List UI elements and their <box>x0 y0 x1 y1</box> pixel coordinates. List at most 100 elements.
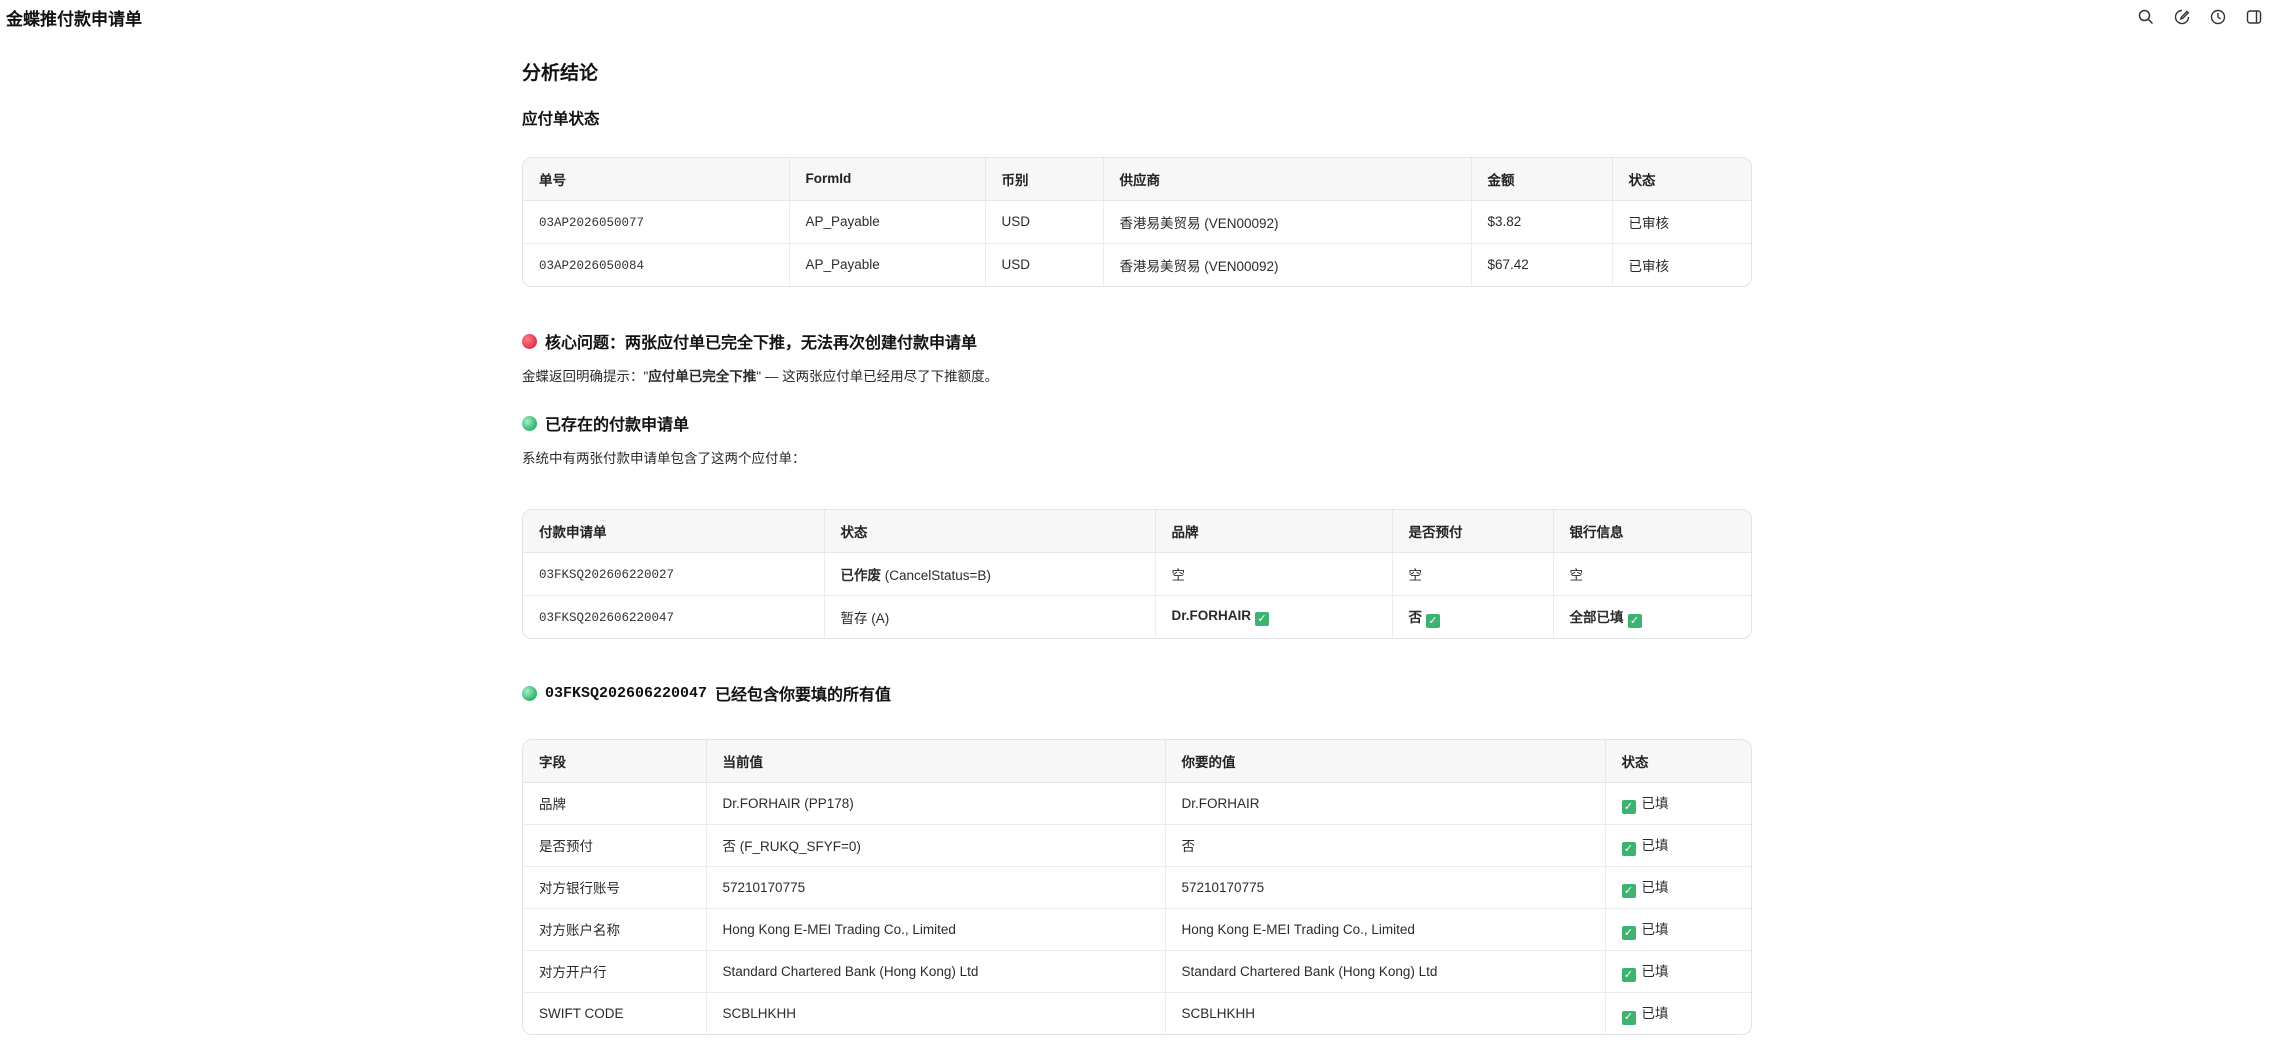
status-cell: ✓ 已填 <box>1605 908 1751 951</box>
column-header: 状态 <box>1612 158 1751 201</box>
contains-heading-text: 已经包含你要填的所有值 <box>715 687 892 704</box>
table-cell: 是否预付 <box>523 824 707 867</box>
check-icon: ✓ <box>1426 614 1440 628</box>
table-cell: 57210170775 <box>706 866 1166 909</box>
core-issue-heading: 核心问题：两张应付单已完全下推，无法再次创建付款申请单 <box>522 329 1752 353</box>
contains-heading-id: 03FKSQ202606220047 <box>545 684 708 702</box>
table-cell: 空 <box>1392 552 1554 596</box>
column-header: 是否预付 <box>1392 510 1554 553</box>
status-label: 已填 <box>1641 837 1669 853</box>
main-content: 分析结论 应付单状态 单号 FormId 币别 供应商 金额 状态 03AP20… <box>522 58 1752 1035</box>
column-header: 付款申请单 <box>523 510 825 553</box>
column-header: 单号 <box>523 158 790 201</box>
table-cell: SWIFT CODE <box>523 992 707 1034</box>
check-icon: ✓ <box>1621 968 1636 983</box>
table-cell: 03FKSQ202606220047 <box>523 595 825 638</box>
table-cell: 香港易美贸易 (VEN00092) <box>1103 243 1472 286</box>
table-row: 品牌 Dr.FORHAIR (PP178) Dr.FORHAIR ✓ 已填 <box>523 782 1751 825</box>
table-header-row: 付款申请单 状态 品牌 是否预付 银行信息 <box>523 510 1751 553</box>
table-row: 对方银行账号 57210170775 57210170775 ✓ 已填 <box>523 866 1751 909</box>
status-cell: ✓ 已填 <box>1605 866 1751 909</box>
check-icon: ✓ <box>1255 612 1270 626</box>
table-cell: USD <box>985 243 1104 286</box>
check-icon: ✓ <box>1621 800 1636 815</box>
table-cell: USD <box>985 200 1104 244</box>
status-label: 已填 <box>1641 879 1669 895</box>
table-cell: 对方账户名称 <box>523 908 707 951</box>
check-icon: ✓ <box>1627 614 1642 628</box>
table-cell: 已审核 <box>1628 258 1670 274</box>
panel-icon[interactable] <box>2245 8 2263 26</box>
existing-requests-table: 付款申请单 状态 品牌 是否预付 银行信息 03FKSQ202606220027… <box>522 509 1752 639</box>
table-header-row: 字段 当前值 你要的值 状态 <box>523 740 1751 783</box>
request-id: 03FKSQ202606220027 <box>539 567 675 582</box>
table-cell: Hong Kong E-MEI Trading Co., Limited <box>706 908 1166 951</box>
table-row: 对方账户名称 Hong Kong E-MEI Trading Co., Limit… <box>523 908 1751 951</box>
fields-table-body: 品牌 Dr.FORHAIR (PP178) Dr.FORHAIR ✓ 已填 是否预付否 (… <box>523 782 1751 1034</box>
core-issue-prefix: 金蝶返回明确提示：" <box>522 369 649 384</box>
table-cell: 香港易美贸易 (VEN00092) <box>1103 200 1472 244</box>
table-cell: Standard Chartered Bank (Hong Kong) Ltd <box>706 950 1166 993</box>
column-header: 供应商 <box>1103 158 1472 201</box>
edit-icon[interactable] <box>2173 8 2191 26</box>
red-circle-icon <box>522 333 537 349</box>
analysis-title: 分析结论 <box>522 63 599 84</box>
search-icon[interactable] <box>2137 8 2155 26</box>
core-issue-title: 核心问题：两张应付单已完全下推，无法再次创建付款申请单 <box>545 335 978 352</box>
check-icon: ✓ <box>1621 1010 1636 1025</box>
table-cell: 03AP2026050084 <box>523 243 790 286</box>
prepay-value: 否 <box>1408 609 1423 625</box>
column-header: 当前值 <box>706 740 1166 783</box>
app-title: 金蝶推付款申请单 <box>6 9 142 29</box>
table-row: 03FKSQ202606220047 暂存 (A) Dr.FORHAIR ✓ 否 ✓… <box>523 595 1751 638</box>
brand-value: Dr.FORHAIR <box>1171 607 1252 623</box>
payables-table: 单号 FormId 币别 供应商 金额 状态 03AP2026050077 AP… <box>522 157 1752 287</box>
table-cell: 全部已填 ✓ <box>1553 595 1751 638</box>
status-bold: 已作废 <box>840 567 882 583</box>
table-cell: 已作废 (CancelStatus=B) <box>824 552 1156 596</box>
table-cell: 空 <box>1553 552 1751 596</box>
status-cell: ✓ 已填 <box>1605 782 1751 825</box>
table-row: 03FKSQ202606220027 已作废 (CancelStatus=B) … <box>523 552 1751 596</box>
table-cell: 对方开户行 <box>523 950 707 993</box>
column-header: FormId <box>789 158 986 201</box>
table-row: 对方开户行 Standard Chartered Bank (Hong Kong)… <box>523 950 1751 993</box>
table-cell: SCBLHKHH <box>706 992 1166 1034</box>
column-header: 状态 <box>1605 740 1751 783</box>
core-issue-bold: 应付单已完全下推 <box>648 369 757 384</box>
contains-heading: 03FKSQ202606220047 已经包含你要填的所有值 <box>522 681 1752 705</box>
fields-table: 字段 当前值 你要的值 状态 品牌 Dr.FORHAIR (PP178) Dr.FO… <box>522 739 1752 1035</box>
history-icon[interactable] <box>2209 8 2227 26</box>
table-cell: AP_Payable <box>789 243 986 286</box>
status-rest: 暂存 (A) <box>840 610 890 626</box>
table-cell: Dr.FORHAIR (PP178) <box>706 782 1166 825</box>
table-cell: 57210170775 <box>1165 866 1606 909</box>
table-cell: Standard Chartered Bank (Hong Kong) Ltd <box>1165 950 1606 993</box>
status-label: 已填 <box>1641 963 1669 979</box>
payable-id: 03AP2026050084 <box>539 258 645 273</box>
table-cell: $67.42 <box>1471 243 1613 286</box>
green-circle-icon <box>522 415 537 431</box>
column-header: 银行信息 <box>1553 510 1751 553</box>
table-cell: AP_Payable <box>789 200 986 244</box>
bank-value: 全部已填 <box>1569 609 1624 625</box>
status-rest: (CancelStatus=B) <box>881 567 991 583</box>
status-label: 已填 <box>1641 1006 1669 1021</box>
table-cell: Dr.FORHAIR ✓ <box>1155 595 1393 638</box>
table-cell: 空 <box>1155 552 1393 596</box>
green-circle-icon <box>522 685 537 701</box>
table-cell: 品牌 <box>523 782 707 825</box>
table-cell: $3.82 <box>1471 200 1613 244</box>
table-cell: 否 <box>1165 824 1606 867</box>
top-bar: 金蝶推付款申请单 <box>0 0 2273 34</box>
table-row: SWIFT CODE SCBLHKHH SCBLHKHH ✓ 已填 <box>523 992 1751 1034</box>
status-cell: ✓ 已填 <box>1605 950 1751 993</box>
table-row: 03AP2026050084 AP_Payable USD 香港易美贸易 (VE… <box>523 243 1751 286</box>
status-label: 已填 <box>1641 795 1669 811</box>
table-cell: 对方银行账号 <box>523 866 707 909</box>
table-cell: Hong Kong E-MEI Trading Co., Limited <box>1165 908 1606 951</box>
existing-heading: 已存在的付款申请单 <box>522 411 1752 435</box>
check-icon: ✓ <box>1621 842 1636 857</box>
table-row: 是否预付否 (F_RUKQ_SFYF=0) 否 ✓ 已填 <box>523 824 1751 867</box>
payable-id: 03AP2026050077 <box>539 215 645 230</box>
